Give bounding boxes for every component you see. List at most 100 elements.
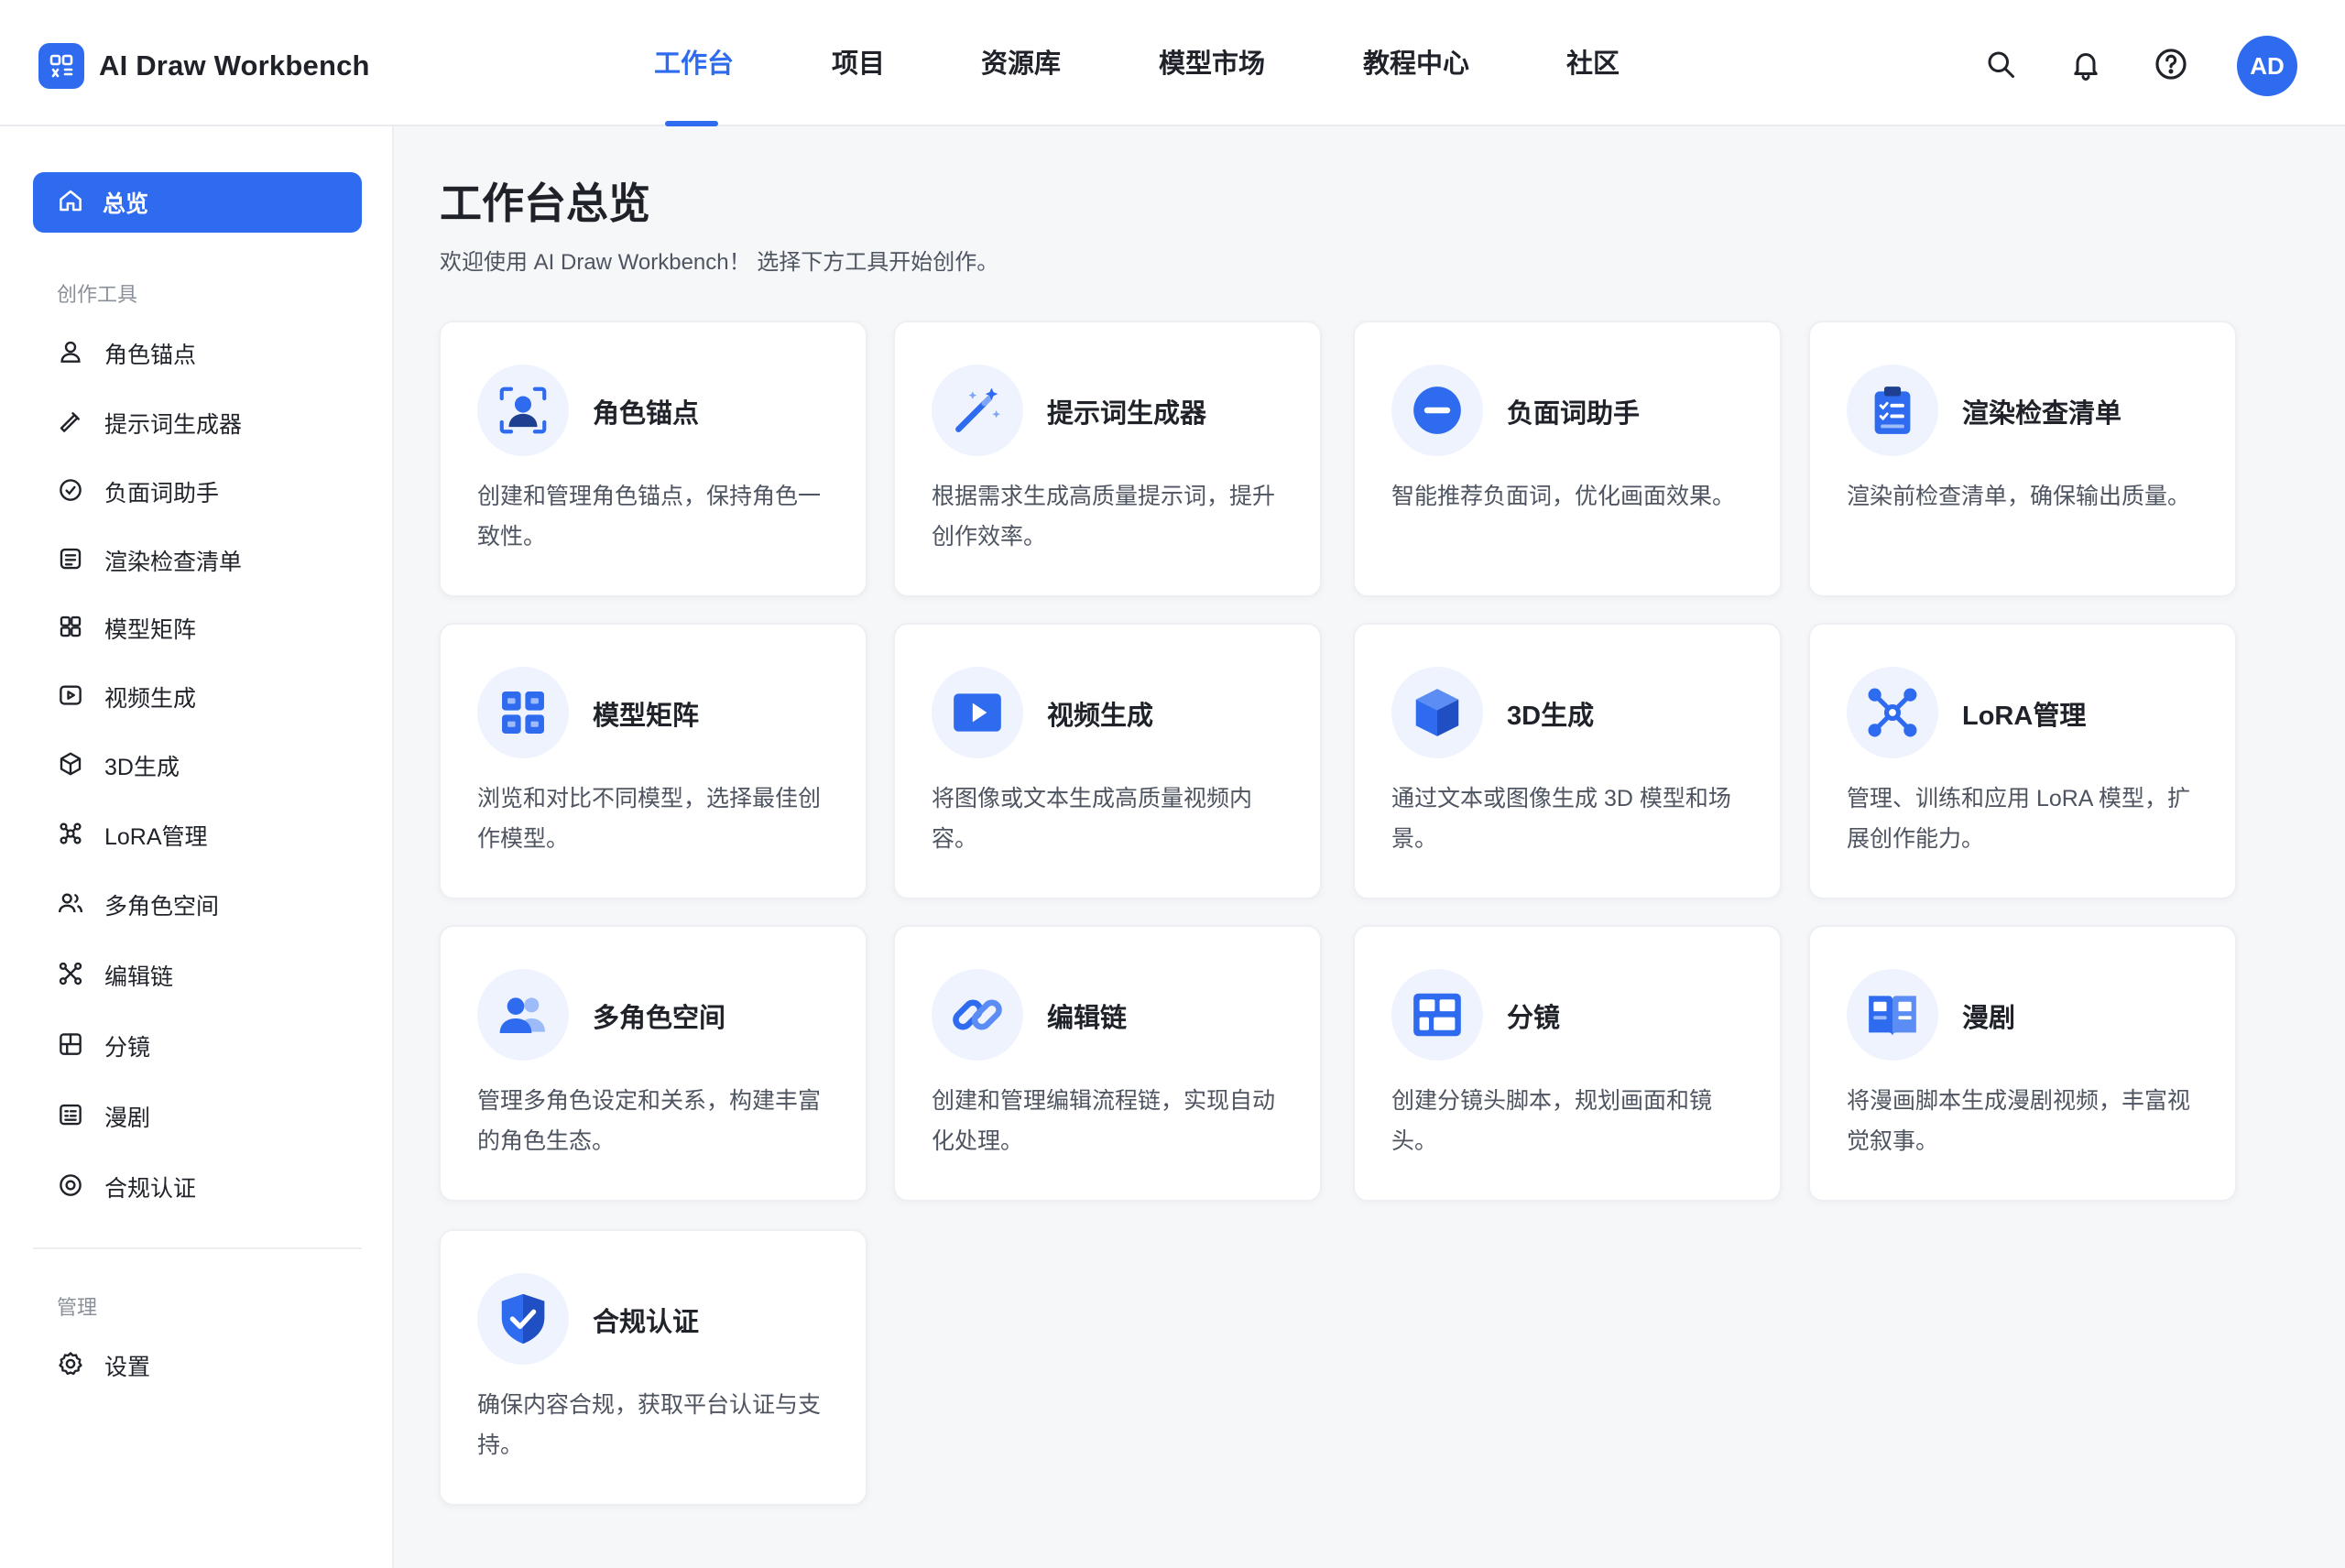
chain-nodes-icon <box>57 960 84 992</box>
search-icon[interactable] <box>1982 46 2019 82</box>
card-description: 确保内容合规，获取平台认证与支持。 <box>477 1392 822 1458</box>
sidebar-item-edit-chain[interactable]: 编辑链 <box>33 950 362 1001</box>
sidebar-item-character-anchor[interactable]: 角色锚点 <box>33 328 362 379</box>
sidebar-item-label: 角色锚点 <box>104 343 197 368</box>
card-title: 视频生成 <box>1047 702 1154 731</box>
shield-check-icon <box>477 1273 569 1365</box>
tool-card-negative-helper[interactable]: 负面词助手 智能推荐负面词，优化画面效果。 <box>1353 321 1782 597</box>
clock-icon <box>57 476 84 508</box>
home-icon <box>57 187 84 219</box>
card-description: 渲染前检查清单，确保输出质量。 <box>1847 484 2191 509</box>
brand[interactable]: AI Draw Workbench <box>38 43 370 89</box>
nav-item-library[interactable]: 资源库 <box>981 46 1061 82</box>
card-description: 创建和管理编辑流程链，实现自动化处理。 <box>932 1088 1276 1154</box>
sidebar-item-label: LoRA管理 <box>104 824 208 850</box>
card-title: 合规认证 <box>593 1308 700 1337</box>
play-icon <box>932 667 1023 758</box>
tool-card-character-anchor[interactable]: 角色锚点 创建和管理角色锚点，保持角色一致性。 <box>439 321 867 597</box>
nav-item-projects[interactable]: 项目 <box>832 46 885 82</box>
tool-card-edit-chain[interactable]: 编辑链 创建和管理编辑流程链，实现自动化处理。 <box>893 925 1322 1202</box>
sidebar: 总览 创作工具 角色锚点 提示词生成器 负面词助手 渲染检查清单 模型矩阵 视频… <box>0 126 394 1568</box>
sidebar-item-label: 视频生成 <box>104 686 197 712</box>
nav-item-model-market[interactable]: 模型市场 <box>1159 46 1265 82</box>
bell-icon[interactable] <box>2067 46 2104 82</box>
card-title: 模型矩阵 <box>593 702 700 731</box>
comic-icon <box>57 1101 84 1133</box>
card-description: 将漫画脚本生成漫剧视频，丰富视觉叙事。 <box>1847 1088 2191 1154</box>
tool-card-lora[interactable]: LoRA管理 管理、训练和应用 LoRA 模型，扩展创作能力。 <box>1808 623 2237 899</box>
avatar[interactable]: AD <box>2237 36 2297 96</box>
sidebar-item-label: 总览 <box>103 191 149 217</box>
card-description: 管理多角色设定和关系，构建丰富的角色生态。 <box>477 1088 822 1154</box>
sidebar-item-negative-helper[interactable]: 负面词助手 <box>33 466 362 517</box>
sidebar-item-lora[interactable]: LoRA管理 <box>33 810 362 861</box>
app-logo-icon <box>38 43 84 89</box>
users-icon <box>477 969 569 1061</box>
sidebar-item-label: 提示词生成器 <box>104 412 243 438</box>
sidebar-section-tools: 创作工具 <box>57 283 138 306</box>
tool-card-prompt-generator[interactable]: 提示词生成器 根据需求生成高质量提示词，提升创作效率。 <box>893 321 1322 597</box>
nav-item-workbench[interactable]: 工作台 <box>654 46 734 82</box>
help-icon[interactable] <box>2153 46 2189 82</box>
sidebar-item-video-generation[interactable]: 视频生成 <box>33 671 362 723</box>
storyboard-icon <box>57 1030 84 1062</box>
book-icon <box>1847 969 1938 1061</box>
grid-icon <box>477 667 569 758</box>
card-title: 多角色空间 <box>593 1004 726 1033</box>
sidebar-divider <box>33 1247 362 1249</box>
tool-card-video-generation[interactable]: 视频生成 将图像或文本生成高质量视频内容。 <box>893 623 1322 899</box>
card-description: 通过文本或图像生成 3D 模型和场景。 <box>1391 786 1731 852</box>
nav-item-tutorials[interactable]: 教程中心 <box>1363 46 1469 82</box>
sidebar-item-storyboard[interactable]: 分镜 <box>33 1020 362 1072</box>
card-title: 3D生成 <box>1507 702 1595 731</box>
card-title: LoRA管理 <box>1962 702 2087 731</box>
sidebar-item-label: 负面词助手 <box>104 481 220 506</box>
card-description: 智能推荐负面词，优化画面效果。 <box>1391 484 1736 509</box>
users-icon <box>57 889 84 921</box>
card-title: 编辑链 <box>1047 1004 1128 1033</box>
card-description: 根据需求生成高质量提示词，提升创作效率。 <box>932 484 1276 550</box>
storyboard-icon <box>1391 969 1483 1061</box>
sidebar-item-label: 合规认证 <box>104 1176 197 1202</box>
sidebar-item-label: 编辑链 <box>104 964 174 990</box>
sidebar-item-compliance[interactable]: 合规认证 <box>33 1161 362 1213</box>
wand-icon <box>57 408 84 440</box>
sidebar-item-comic-drama[interactable]: 漫剧 <box>33 1091 362 1142</box>
user-focus-icon <box>477 365 569 456</box>
sidebar-item-3d-generation[interactable]: 3D生成 <box>33 740 362 791</box>
card-description: 创建分镜头脚本，规划画面和镜头。 <box>1391 1088 1713 1154</box>
sidebar-item-settings[interactable]: 设置 <box>33 1340 362 1391</box>
checklist-icon <box>57 545 84 577</box>
magic-wand-icon <box>932 365 1023 456</box>
shield-icon <box>57 1171 84 1203</box>
card-description: 浏览和对比不同模型，选择最佳创作模型。 <box>477 786 822 852</box>
sidebar-item-label: 多角色空间 <box>104 894 220 920</box>
sidebar-section-admin: 管理 <box>57 1296 98 1319</box>
sidebar-item-render-checklist[interactable]: 渲染检查清单 <box>33 535 362 586</box>
sidebar-item-multi-character[interactable]: 多角色空间 <box>33 879 362 931</box>
sidebar-item-overview[interactable]: 总览 <box>33 172 362 233</box>
tool-card-render-checklist[interactable]: 渲染检查清单 渲染前检查清单，确保输出质量。 <box>1808 321 2237 597</box>
card-title: 提示词生成器 <box>1047 399 1207 429</box>
tool-card-storyboard[interactable]: 分镜 创建分镜头脚本，规划画面和镜头。 <box>1353 925 1782 1202</box>
cube-icon <box>57 750 84 782</box>
sidebar-item-label: 漫剧 <box>104 1105 151 1131</box>
tool-card-3d-generation[interactable]: 3D生成 通过文本或图像生成 3D 模型和场景。 <box>1353 623 1782 899</box>
network-icon <box>1847 667 1938 758</box>
app-name: AI Draw Workbench <box>99 49 370 82</box>
tool-card-model-matrix[interactable]: 模型矩阵 浏览和对比不同模型，选择最佳创作模型。 <box>439 623 867 899</box>
network-icon <box>57 820 84 852</box>
link-icon <box>932 969 1023 1061</box>
tool-card-comic-drama[interactable]: 漫剧 将漫画脚本生成漫剧视频，丰富视觉叙事。 <box>1808 925 2237 1202</box>
page-subtitle: 欢迎使用 AI Draw Workbench！ 选择下方工具开始创作。 <box>440 250 999 275</box>
card-title: 漫剧 <box>1962 1004 2016 1033</box>
tool-card-multi-character[interactable]: 多角色空间 管理多角色设定和关系，构建丰富的角色生态。 <box>439 925 867 1202</box>
sidebar-item-prompt-generator[interactable]: 提示词生成器 <box>33 397 362 449</box>
nav-item-community[interactable]: 社区 <box>1566 46 1620 82</box>
sidebar-item-model-matrix[interactable]: 模型矩阵 <box>33 603 362 654</box>
grid-icon <box>57 613 84 645</box>
video-icon <box>57 681 84 713</box>
tool-card-compliance[interactable]: 合规认证 确保内容合规，获取平台认证与支持。 <box>439 1229 867 1506</box>
minus-circle-icon <box>1391 365 1483 456</box>
card-title: 负面词助手 <box>1507 399 1641 429</box>
